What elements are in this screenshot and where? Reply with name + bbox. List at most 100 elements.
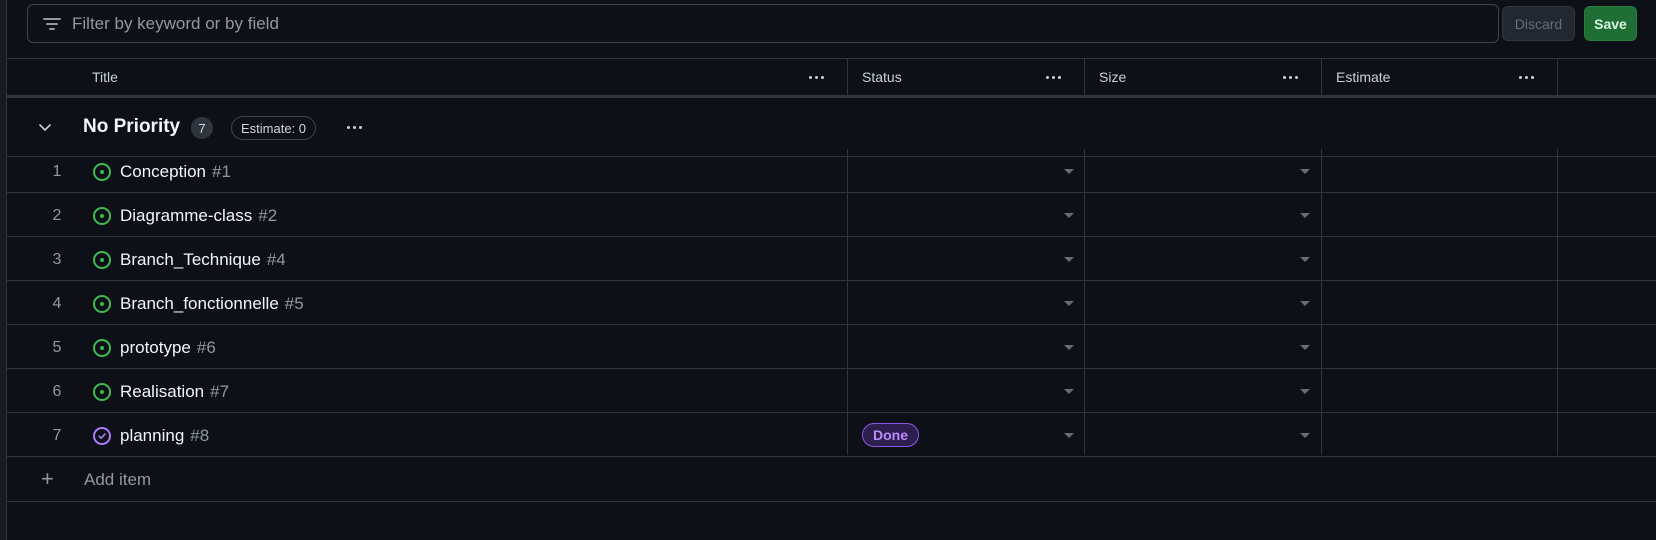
table-row[interactable]: 6 Realisation #7	[7, 369, 1656, 413]
estimate-cell[interactable]	[1322, 281, 1558, 326]
table-row[interactable]: 5 prototype #6	[7, 325, 1656, 369]
column-divider[interactable]	[1557, 59, 1558, 96]
row-number: 7	[52, 427, 62, 444]
estimate-column-menu-icon[interactable]	[1513, 66, 1539, 88]
status-column-menu-icon[interactable]	[1040, 66, 1066, 88]
status-dropdown-caret-icon[interactable]	[1064, 301, 1074, 306]
issue-closed-icon	[93, 427, 111, 445]
issue-title-link[interactable]: Branch_fonctionnelle #5	[120, 294, 304, 314]
row-number: 3	[52, 251, 62, 268]
estimate-cell[interactable]	[1322, 237, 1558, 282]
status-dropdown-caret-icon[interactable]	[1064, 213, 1074, 218]
size-cell[interactable]	[1085, 149, 1321, 194]
column-divider[interactable]	[847, 59, 848, 96]
issue-number: #4	[266, 250, 286, 269]
estimate-cell[interactable]	[1322, 369, 1558, 414]
row-number: 2	[52, 207, 62, 224]
status-dropdown-caret-icon[interactable]	[1064, 345, 1074, 350]
table-row[interactable]: 1 Conception #1	[7, 149, 1656, 193]
column-divider[interactable]	[1321, 59, 1322, 96]
chevron-down-icon[interactable]	[37, 119, 53, 135]
size-dropdown-caret-icon[interactable]	[1300, 169, 1310, 174]
status-dropdown-caret-icon[interactable]	[1064, 257, 1074, 262]
estimate-cell[interactable]	[1322, 325, 1558, 370]
group-estimate-badge: Estimate: 0	[231, 116, 317, 140]
group-title: No Priority	[83, 116, 181, 137]
estimate-cell[interactable]	[1322, 193, 1558, 238]
size-column-menu-icon[interactable]	[1277, 66, 1303, 88]
add-item-row[interactable]: + Add item	[7, 457, 1656, 502]
issue-title-link[interactable]: planning #8	[120, 426, 209, 446]
body-column-divider	[1557, 149, 1558, 455]
issue-open-icon	[93, 383, 111, 401]
size-dropdown-caret-icon[interactable]	[1300, 433, 1310, 438]
filter-bar: Filter by keyword or by field Discard Sa…	[7, 0, 1656, 58]
issue-open-icon	[93, 295, 111, 313]
filter-placeholder: Filter by keyword or by field	[72, 13, 279, 33]
size-dropdown-caret-icon[interactable]	[1300, 301, 1310, 306]
status-dropdown-caret-icon[interactable]	[1064, 169, 1074, 174]
add-item-label: Add item	[84, 470, 152, 489]
issue-open-icon	[93, 339, 111, 357]
size-cell[interactable]	[1085, 325, 1321, 370]
save-button[interactable]: Save	[1584, 6, 1637, 41]
status-dropdown-caret-icon[interactable]	[1064, 389, 1074, 394]
issue-number: #6	[196, 338, 216, 357]
table-row[interactable]: 2 Diagramme-class #2	[7, 193, 1656, 237]
table-row[interactable]: 3 Branch_Technique #4	[7, 237, 1656, 281]
issue-title-text: Branch_Technique	[120, 250, 261, 269]
status-cell[interactable]	[848, 281, 1084, 326]
size-dropdown-caret-icon[interactable]	[1300, 213, 1310, 218]
issue-open-icon	[93, 207, 111, 225]
status-dropdown-caret-icon[interactable]	[1064, 433, 1074, 438]
issue-title-link[interactable]: Branch_Technique #4	[120, 250, 286, 270]
issue-open-icon	[93, 251, 111, 269]
column-size-label: Size	[1099, 69, 1127, 85]
issue-title-link[interactable]: Realisation #7	[120, 382, 229, 402]
issue-title-text: Conception	[120, 162, 207, 181]
issue-number: #5	[284, 294, 304, 313]
issue-title-link[interactable]: prototype #6	[120, 338, 216, 358]
table-row[interactable]: 4 Branch_fonctionnelle #5	[7, 281, 1656, 325]
column-header-title[interactable]: Title	[92, 59, 842, 96]
size-cell[interactable]	[1085, 413, 1321, 458]
status-cell[interactable]	[848, 369, 1084, 414]
project-table-view: Filter by keyword or by field Discard Sa…	[0, 0, 1656, 540]
status-cell[interactable]	[848, 193, 1084, 238]
status-cell[interactable]	[848, 325, 1084, 370]
estimate-cell[interactable]	[1322, 413, 1558, 458]
body-column-divider	[847, 149, 848, 455]
issue-title-text: Realisation	[120, 382, 205, 401]
column-status-label: Status	[862, 69, 902, 85]
table-row[interactable]: 7 planning #8 Done	[7, 413, 1656, 457]
group-menu-icon[interactable]	[341, 116, 367, 138]
size-cell[interactable]	[1085, 193, 1321, 238]
row-number: 6	[52, 383, 62, 400]
discard-button[interactable]: Discard	[1502, 6, 1575, 41]
body-column-divider	[1084, 149, 1085, 455]
size-dropdown-caret-icon[interactable]	[1300, 389, 1310, 394]
estimate-cell[interactable]	[1322, 149, 1558, 194]
issue-title-link[interactable]: Conception #1	[120, 162, 231, 182]
size-cell[interactable]	[1085, 369, 1321, 414]
issue-title-text: Diagramme-class	[120, 206, 253, 225]
column-estimate-label: Estimate	[1336, 69, 1391, 85]
body-column-divider	[1321, 149, 1322, 455]
left-panel-edge	[0, 0, 7, 540]
status-badge: Done	[862, 423, 919, 447]
issue-title-link[interactable]: Diagramme-class #2	[120, 206, 277, 226]
column-divider[interactable]	[1084, 59, 1085, 96]
size-cell[interactable]	[1085, 281, 1321, 326]
filter-icon	[42, 16, 62, 32]
status-cell[interactable]	[848, 149, 1084, 194]
issue-open-icon	[93, 163, 111, 181]
issue-title-text: prototype	[120, 338, 191, 357]
status-cell[interactable]	[848, 237, 1084, 282]
filter-input[interactable]: Filter by keyword or by field	[27, 4, 1499, 43]
row-number: 4	[52, 295, 62, 312]
size-cell[interactable]	[1085, 237, 1321, 282]
row-number: 5	[52, 339, 62, 356]
size-dropdown-caret-icon[interactable]	[1300, 345, 1310, 350]
size-dropdown-caret-icon[interactable]	[1300, 257, 1310, 262]
title-column-menu-icon[interactable]	[803, 66, 829, 88]
